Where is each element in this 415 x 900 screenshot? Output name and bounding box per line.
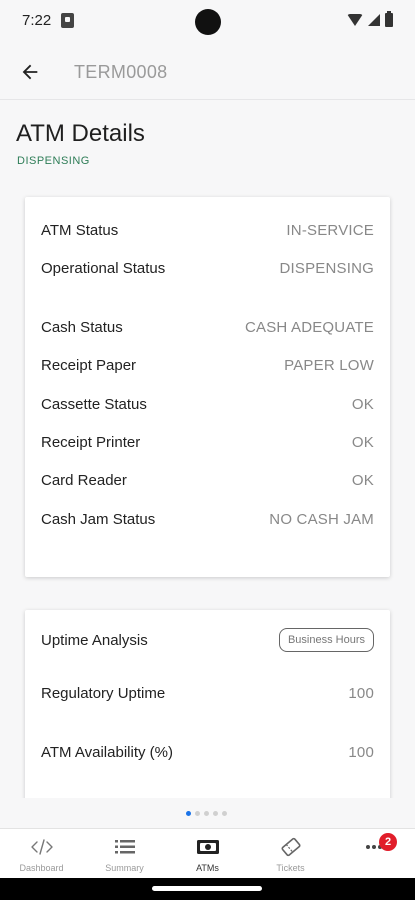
- uptime-value: 100: [348, 685, 374, 702]
- detail-value: DISPENSING: [279, 260, 374, 277]
- uptime-label: Regulatory Uptime: [41, 685, 166, 702]
- uptime-title: Uptime Analysis: [41, 631, 148, 649]
- wifi-icon: [347, 14, 363, 26]
- arrow-left-icon: [22, 64, 38, 80]
- app-title: TERM0008: [74, 62, 168, 82]
- uptime-header: Uptime Analysis Business Hours: [41, 626, 374, 654]
- detail-label: Cash Status: [41, 319, 123, 336]
- detail-label: Receipt Printer: [41, 434, 141, 451]
- uptime-label: ATM Availability (%): [41, 744, 173, 761]
- code-icon: [30, 837, 53, 857]
- detail-row: Receipt Paper PAPER LOW: [41, 356, 374, 395]
- signal-icon: [368, 14, 380, 26]
- camera-cutout: [195, 9, 221, 35]
- detail-value: IN-SERVICE: [286, 222, 374, 239]
- notification-icon: [61, 13, 74, 28]
- uptime-row: ATM Availability (%) 100: [41, 743, 374, 787]
- nav-label: Dashboard: [19, 863, 64, 873]
- atm-details-card: ATM Status IN-SERVICE Operational Status…: [25, 197, 390, 577]
- detail-label: Cash Jam Status: [41, 511, 156, 528]
- detail-value: PAPER LOW: [284, 357, 374, 374]
- status-icons: [347, 11, 393, 27]
- detail-label: Receipt Paper: [41, 357, 137, 374]
- uptime-analysis-card: Uptime Analysis Business Hours Regulator…: [25, 610, 390, 810]
- nav-atms[interactable]: ATMs: [166, 829, 249, 878]
- uptime-row: Regulatory Uptime 100: [41, 684, 374, 743]
- nav-label: Tickets: [276, 863, 305, 873]
- status-bar: 7:22: [0, 0, 415, 44]
- list-icon: [114, 837, 136, 857]
- detail-row: Operational Status DISPENSING: [41, 259, 374, 318]
- page-indicator: [186, 811, 227, 816]
- notification-badge: 2: [379, 833, 397, 851]
- nav-dashboard[interactable]: Dashboard: [0, 829, 83, 878]
- detail-row: Card Reader OK: [41, 471, 374, 510]
- status-subtitle: DISPENSING: [17, 155, 90, 167]
- app-bar: TERM0008: [0, 44, 415, 100]
- detail-label: Operational Status: [41, 260, 166, 277]
- gesture-bar: [0, 878, 415, 900]
- nav-more[interactable]: 2: [332, 829, 415, 878]
- banknote-icon: [196, 837, 220, 857]
- detail-value: CASH ADEQUATE: [244, 319, 374, 336]
- detail-label: ATM Status: [41, 222, 119, 239]
- detail-row: Receipt Printer OK: [41, 433, 374, 471]
- detail-value: OK: [351, 396, 374, 413]
- back-button[interactable]: [14, 56, 46, 88]
- page-dot[interactable]: [213, 811, 218, 816]
- nav-label: Summary: [105, 863, 144, 873]
- business-hours-filter[interactable]: Business Hours: [278, 628, 374, 652]
- detail-row: Cash Jam Status NO CASH JAM: [41, 510, 374, 554]
- page-dot[interactable]: [222, 811, 227, 816]
- battery-icon: [385, 11, 393, 27]
- status-time: 7:22: [22, 12, 52, 29]
- bottom-navigation: Dashboard Summary ATMs Tickets 2: [0, 828, 415, 878]
- ticket-icon: [280, 837, 302, 857]
- page-title: ATM Details: [16, 120, 145, 147]
- detail-value: OK: [351, 472, 374, 489]
- home-gesture-handle[interactable]: [152, 886, 262, 891]
- nav-tickets[interactable]: Tickets: [249, 829, 332, 878]
- page-dot[interactable]: [195, 811, 200, 816]
- detail-label: Card Reader: [41, 472, 127, 489]
- detail-row: Cassette Status OK: [41, 395, 374, 433]
- detail-row: ATM Status IN-SERVICE: [41, 221, 374, 259]
- uptime-value: 100: [348, 744, 374, 761]
- page-dot[interactable]: [204, 811, 209, 816]
- page-dot[interactable]: [186, 811, 191, 816]
- nav-label: ATMs: [196, 863, 219, 873]
- detail-row: Cash Status CASH ADEQUATE: [41, 318, 374, 356]
- detail-value: OK: [351, 434, 374, 451]
- detail-label: Cassette Status: [41, 396, 147, 413]
- detail-value: NO CASH JAM: [269, 511, 374, 528]
- nav-summary[interactable]: Summary: [83, 829, 166, 878]
